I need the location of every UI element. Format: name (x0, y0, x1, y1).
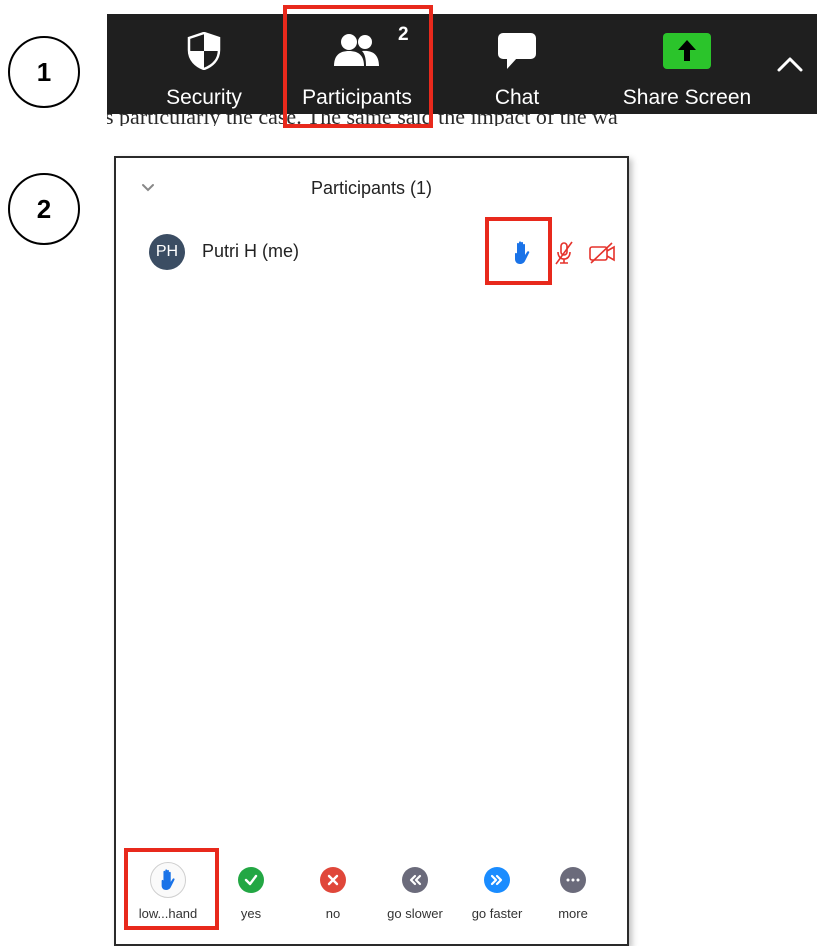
meeting-toolbar: Security 2 Participants Chat Share Scree… (107, 14, 817, 114)
yes-button[interactable]: yes (211, 858, 291, 921)
muted-mic-icon[interactable] (553, 240, 575, 266)
participants-panel: Participants (1) PH Putri H (me) low...h… (114, 156, 629, 946)
share-screen-label: Share Screen (622, 86, 752, 109)
step-1-indicator: 1 (8, 36, 80, 108)
participant-name: Putri H (me) (202, 241, 300, 261)
share-screen-button[interactable]: Share Screen (607, 14, 767, 114)
raised-hand-icon[interactable] (511, 240, 533, 266)
step-2-number: 2 (36, 193, 52, 224)
fast-forward-icon (484, 867, 510, 893)
chat-button[interactable]: Chat (477, 14, 557, 114)
x-icon (320, 867, 346, 893)
shield-icon (187, 26, 221, 76)
no-label: no (325, 906, 341, 921)
avatar-initials: PH (155, 243, 179, 260)
chat-bubble-icon (497, 26, 537, 76)
go-faster-button[interactable]: go faster (457, 858, 537, 921)
yes-label: yes (240, 906, 262, 921)
more-reactions-button[interactable]: more (533, 858, 613, 921)
participants-count: 2 (398, 24, 409, 45)
participants-button[interactable]: 2 Participants (287, 14, 427, 114)
more-label: more (558, 906, 588, 921)
avatar: PH (149, 234, 185, 270)
raised-hand-icon (150, 862, 186, 898)
chat-label: Chat (494, 86, 540, 109)
step-1-number: 1 (36, 56, 52, 87)
go-faster-label: go faster (471, 906, 523, 921)
more-options-caret-icon[interactable] (775, 50, 805, 80)
security-label: Security (166, 86, 242, 109)
background-text-line: s particularly the case. The same said t… (107, 114, 618, 126)
background-document-text: s particularly the case. The same said t… (107, 114, 817, 126)
panel-title: Participants (1) (310, 178, 433, 198)
step-2-indicator: 2 (8, 173, 80, 245)
reactions-bar: low...hand yes no go slower go faster mo… (116, 858, 627, 928)
share-screen-icon (663, 26, 711, 76)
ellipsis-icon (560, 867, 586, 893)
check-icon (238, 867, 264, 893)
lower-hand-button[interactable]: low...hand (128, 858, 208, 921)
security-button[interactable]: Security (159, 14, 249, 114)
go-slower-button[interactable]: go slower (375, 858, 455, 921)
rewind-icon (402, 867, 428, 893)
go-slower-label: go slower (387, 906, 443, 921)
participants-icon: 2 (332, 24, 409, 76)
video-off-icon[interactable] (588, 242, 616, 264)
participant-row[interactable]: PH Putri H (me) (116, 232, 627, 272)
participants-label: Participants (302, 86, 412, 109)
lower-hand-label: low...hand (138, 906, 198, 921)
no-button[interactable]: no (293, 858, 373, 921)
